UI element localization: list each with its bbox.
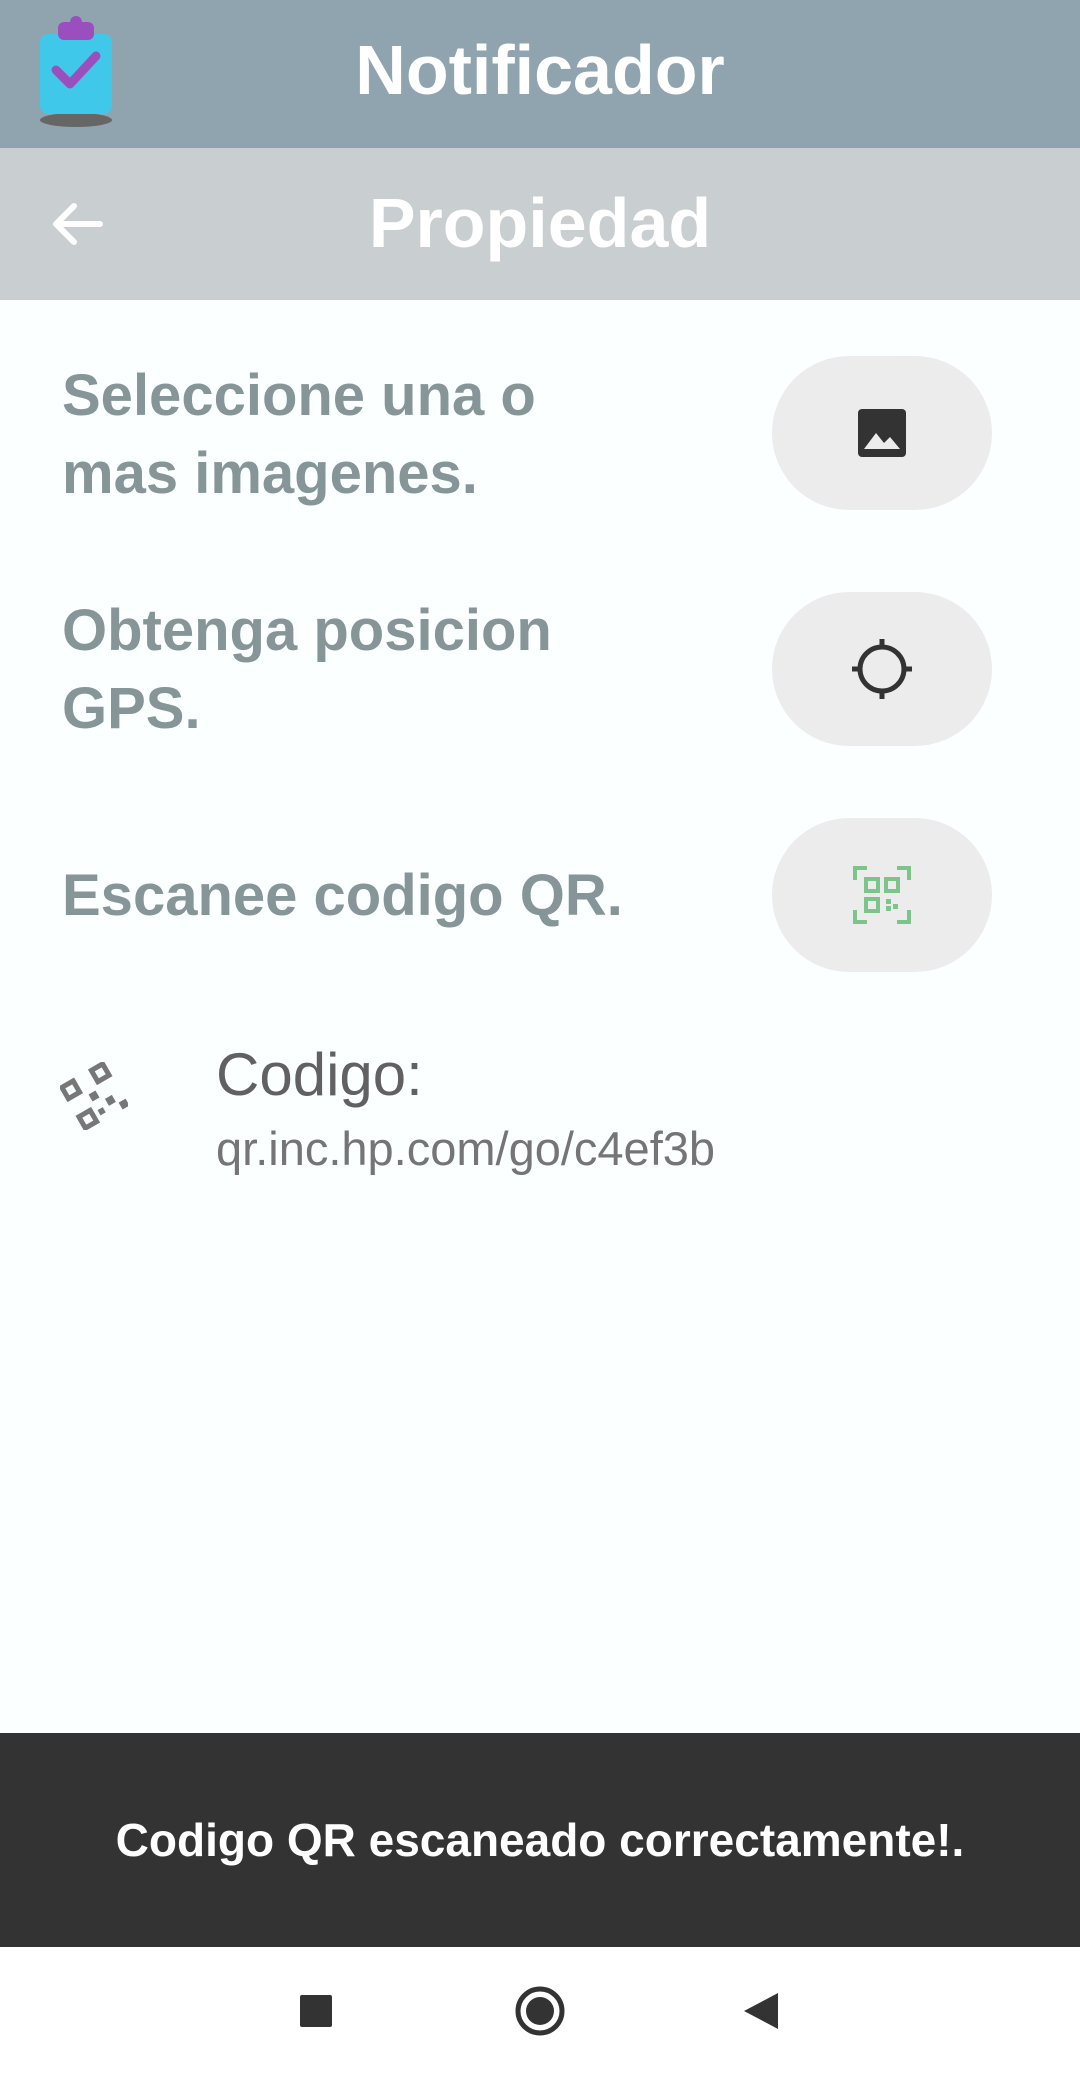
snackbar-message: Codigo QR escaneado correctamente!. <box>115 1814 965 1866</box>
gps-button[interactable] <box>772 592 992 746</box>
select-images-button[interactable] <box>772 356 992 510</box>
qr-code-icon <box>60 1062 128 1130</box>
gps-label: Obtenga posicion GPS. <box>62 598 552 741</box>
system-nav-bar <box>0 1947 1080 2077</box>
code-value: qr.inc.hp.com/go/c4ef3b <box>216 1122 716 1175</box>
circle-icon[interactable] <box>514 1985 566 2037</box>
app-title: Notificador <box>355 31 725 109</box>
code-label: Codigo: <box>216 1041 423 1108</box>
triangle-back-icon[interactable] <box>742 1991 780 2031</box>
select-images-label: Seleccione una o mas imagenes. <box>62 363 536 506</box>
page-title: Propiedad <box>368 184 712 262</box>
scan-qr-label: Escanee codigo QR. <box>62 863 623 928</box>
qr-scan-icon <box>853 866 911 924</box>
crosshair-icon <box>852 639 912 699</box>
scan-qr-button[interactable] <box>772 818 992 972</box>
image-icon <box>858 409 906 457</box>
app-bar: Notificador <box>0 0 1080 148</box>
snackbar: Codigo QR escaneado correctamente!. <box>0 1733 1080 1947</box>
square-icon[interactable] <box>298 1993 334 2029</box>
